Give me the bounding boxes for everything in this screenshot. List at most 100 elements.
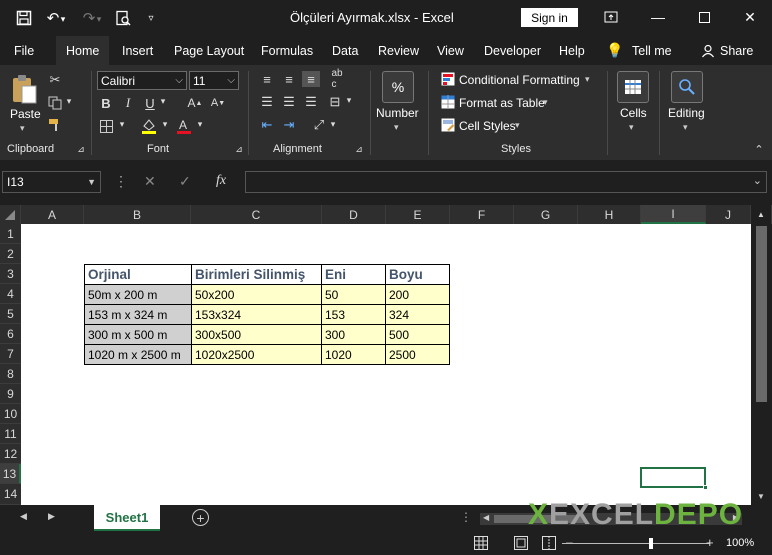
- next-sheet-icon[interactable]: ▶: [48, 511, 55, 522]
- sign-in-button[interactable]: Sign in: [521, 8, 578, 27]
- row-header-9[interactable]: 9: [0, 384, 21, 404]
- increase-font-icon[interactable]: A ▲: [186, 95, 204, 111]
- column-header-a[interactable]: A: [21, 205, 84, 224]
- cell-styles-icon[interactable]: [440, 117, 456, 133]
- page-break-view-icon[interactable]: [542, 536, 556, 550]
- customize-toolbar-icon[interactable]: ▿: [140, 7, 162, 29]
- zoom-in-icon[interactable]: +: [706, 535, 714, 550]
- tab-help[interactable]: Help: [559, 36, 585, 65]
- decrease-font-icon[interactable]: A ▼: [209, 95, 227, 111]
- more-options-icon[interactable]: ⋮: [114, 173, 128, 190]
- copy-dropdown-icon[interactable]: ▾: [64, 96, 74, 107]
- copy-icon[interactable]: [46, 94, 64, 112]
- conditional-formatting-button[interactable]: Conditional Formatting: [459, 73, 580, 87]
- orientation-dropdown-icon[interactable]: ▾: [328, 119, 338, 130]
- font-color-dropdown-icon[interactable]: ▾: [195, 119, 205, 130]
- underline-dropdown-icon[interactable]: ▾: [158, 96, 168, 107]
- underline-icon[interactable]: U: [142, 95, 158, 111]
- column-header-e[interactable]: E: [386, 205, 450, 224]
- editing-button-label[interactable]: Editing: [668, 106, 705, 120]
- sheet-tab-sheet1[interactable]: Sheet1: [94, 505, 160, 531]
- row-header-13[interactable]: 13: [0, 464, 21, 484]
- scroll-down-icon[interactable]: ▼: [757, 492, 765, 501]
- increase-indent-icon[interactable]: ⇥: [280, 117, 298, 133]
- print-preview-icon[interactable]: [112, 7, 134, 29]
- column-header-i[interactable]: I: [641, 205, 706, 224]
- column-header-b[interactable]: B: [84, 205, 191, 224]
- cells-dropdown-icon[interactable]: ▾: [629, 122, 634, 133]
- insert-function-icon[interactable]: fx: [216, 173, 226, 189]
- number-button-label[interactable]: Number: [376, 106, 419, 120]
- row-header-5[interactable]: 5: [0, 304, 21, 324]
- table-cell[interactable]: 300: [321, 324, 386, 345]
- cell-styles-button[interactable]: Cell Styles: [459, 119, 516, 133]
- format-as-table-icon[interactable]: [440, 94, 456, 110]
- zoom-slider[interactable]: [562, 543, 710, 544]
- column-header-c[interactable]: C: [191, 205, 322, 224]
- normal-view-icon[interactable]: [474, 536, 488, 550]
- expand-formula-icon[interactable]: ⌄: [753, 174, 762, 187]
- editing-dropdown-icon[interactable]: ▾: [683, 122, 688, 133]
- table-cell[interactable]: 300 m x 500 m: [84, 324, 192, 345]
- column-header-g[interactable]: G: [514, 205, 578, 224]
- header-cell-boyu[interactable]: Boyu: [385, 264, 450, 285]
- borders-dropdown-icon[interactable]: ▾: [117, 119, 127, 130]
- fill-handle[interactable]: [703, 485, 708, 490]
- tab-home[interactable]: Home: [56, 36, 110, 65]
- column-header-d[interactable]: D: [322, 205, 386, 224]
- align-right-icon[interactable]: ☰: [302, 94, 320, 110]
- collapse-ribbon-icon[interactable]: ⌃: [752, 143, 766, 156]
- table-cell[interactable]: 1020 m x 2500 m: [84, 344, 192, 365]
- undo-dropdown-icon[interactable]: ▾: [58, 8, 68, 30]
- row-header-12[interactable]: 12: [0, 444, 21, 464]
- header-cell-eni[interactable]: Eni: [321, 264, 386, 285]
- tab-review[interactable]: Review: [378, 36, 419, 65]
- conditional-formatting-dropdown-icon[interactable]: ▾: [585, 74, 590, 85]
- cell-styles-dropdown-icon[interactable]: ▾: [515, 120, 520, 131]
- tab-page-layout[interactable]: Page Layout: [174, 36, 244, 65]
- select-all-corner[interactable]: [0, 205, 21, 224]
- alignment-launcher-icon[interactable]: ⊿: [354, 144, 364, 155]
- cells-icon[interactable]: [617, 71, 649, 103]
- row-header-2[interactable]: 2: [0, 244, 21, 264]
- confirm-entry-icon[interactable]: ✓: [179, 173, 191, 190]
- zoom-out-icon[interactable]: –: [566, 535, 573, 549]
- table-cell[interactable]: 2500: [385, 344, 450, 365]
- align-left-icon[interactable]: ☰: [258, 94, 276, 110]
- tab-insert[interactable]: Insert: [122, 36, 153, 65]
- format-painter-icon[interactable]: [46, 116, 64, 134]
- row-header-10[interactable]: 10: [0, 404, 21, 424]
- clipboard-launcher-icon[interactable]: ⊿: [76, 144, 86, 155]
- zoom-slider-thumb[interactable]: [649, 538, 653, 549]
- table-cell[interactable]: 200: [385, 284, 450, 305]
- table-cell[interactable]: 50: [321, 284, 386, 305]
- share-button[interactable]: Share: [720, 36, 753, 65]
- text-orientation-icon[interactable]: ab c: [328, 68, 346, 90]
- row-header-14[interactable]: 14: [0, 484, 21, 505]
- scroll-up-icon[interactable]: ▲: [751, 205, 772, 224]
- font-size-select[interactable]: 11 ⌵: [189, 71, 239, 90]
- formula-input[interactable]: ⌄: [245, 171, 767, 193]
- tab-developer[interactable]: Developer: [484, 36, 541, 65]
- font-launcher-icon[interactable]: ⊿: [234, 144, 244, 155]
- tab-data[interactable]: Data: [332, 36, 358, 65]
- page-layout-view-icon[interactable]: [514, 536, 528, 550]
- row-header-6[interactable]: 6: [0, 324, 21, 344]
- align-top-icon[interactable]: ≡: [258, 71, 276, 87]
- borders-icon[interactable]: [98, 118, 114, 134]
- minimize-icon[interactable]: —: [646, 6, 670, 28]
- close-icon[interactable]: ✕: [738, 6, 762, 28]
- merge-center-icon[interactable]: ⊟: [326, 94, 344, 110]
- orientation-icon[interactable]: ⤢: [310, 116, 328, 134]
- selected-cell-i13[interactable]: [640, 467, 706, 488]
- table-cell[interactable]: 50x200: [191, 284, 322, 305]
- align-middle-icon[interactable]: ≡: [280, 71, 298, 87]
- row-header-4[interactable]: 4: [0, 284, 21, 304]
- italic-icon[interactable]: I: [120, 95, 136, 111]
- row-header-11[interactable]: 11: [0, 424, 21, 444]
- tab-view[interactable]: View: [437, 36, 464, 65]
- row-header-3[interactable]: 3: [0, 264, 21, 284]
- tab-splitter-icon[interactable]: ⋮: [460, 510, 472, 524]
- number-format-icon[interactable]: %: [382, 71, 414, 103]
- zoom-level[interactable]: 100%: [726, 537, 754, 549]
